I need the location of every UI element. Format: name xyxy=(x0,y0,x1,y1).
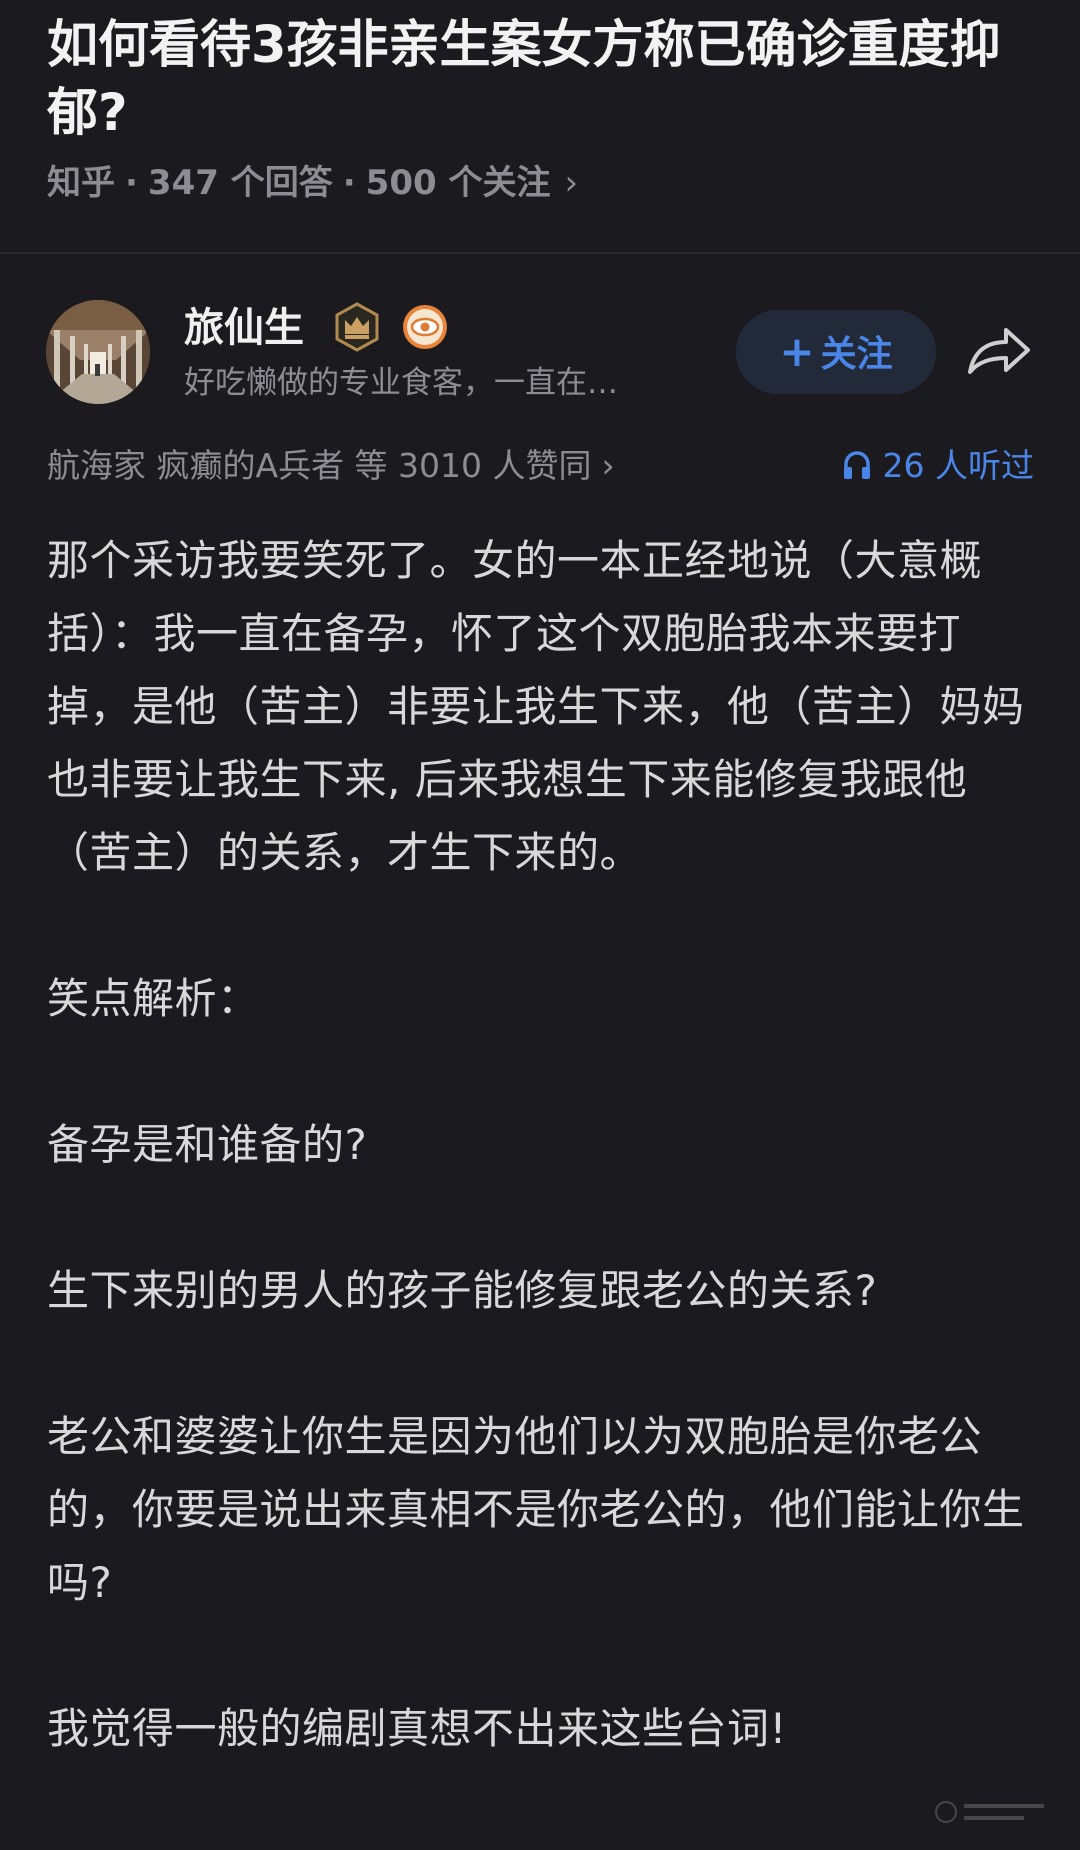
answer-paragraph: 备孕是和谁备的? xyxy=(47,1120,368,1169)
question-title[interactable]: 如何看待3孩非亲生案女方称已确诊重度抑郁? xyxy=(47,12,1037,148)
question-meta[interactable]: 知乎 · 347 个回答 · 500 个关注 › xyxy=(47,160,578,206)
voters-text: 航海家 疯癫的A兵者 等 3010 人赞同 xyxy=(47,446,592,485)
listen-text: 26 人听过 xyxy=(882,446,1034,485)
meta-separator: · xyxy=(125,163,138,203)
listen-count[interactable]: 26 人听过 xyxy=(841,440,1034,492)
answer-paragraph: 那个采访我要笑死了。女的一本正经地说（大意概括）：我一直在备孕，怀了这个双胞胎我… xyxy=(47,536,1025,877)
chevron-right-icon: › xyxy=(601,446,615,485)
answer-paragraph: 笑点解析： xyxy=(47,974,260,1023)
chevron-right-icon: › xyxy=(564,163,579,203)
answer-paragraph: 老公和婆婆让你生是因为他们以为双胞胎是你老公的，你要是说出来真相不是你老公的，他… xyxy=(47,1412,1025,1607)
voters-summary[interactable]: 航海家 疯癫的A兵者 等 3010 人赞同 › xyxy=(47,440,615,492)
avatar[interactable] xyxy=(46,300,150,404)
plus-icon: + xyxy=(779,327,815,376)
share-icon[interactable] xyxy=(964,320,1034,380)
author-bio: 好吃懒做的专业食客，一直在… xyxy=(184,365,618,401)
eye-badge-icon[interactable] xyxy=(400,302,450,352)
meta-separator: · xyxy=(342,163,356,203)
stats-row: 航海家 疯癫的A兵者 等 3010 人赞同 › 26 人听过 xyxy=(0,440,1080,492)
follow-button[interactable]: + 关注 xyxy=(736,310,936,394)
answer-paragraph: 我觉得一般的编剧真想不出来这些台词! xyxy=(47,1704,787,1753)
author-name[interactable]: 旅仙生 xyxy=(184,302,304,354)
answer-body[interactable]: 那个采访我要笑死了。女的一本正经地说（大意概括）：我一直在备孕，怀了这个双胞胎我… xyxy=(47,524,1037,1765)
answer-paragraph: 生下来别的男人的孩子能修复跟老公的关系? xyxy=(47,1266,878,1315)
avatar-image xyxy=(46,300,150,404)
watermark-icon xyxy=(935,1801,1044,1823)
follow-label: 关注 xyxy=(820,334,893,375)
crown-badge-icon[interactable] xyxy=(332,302,382,352)
follower-count: 500 个关注 xyxy=(365,163,551,203)
source-label: 知乎 xyxy=(47,163,115,203)
question-header: 如何看待3孩非亲生案女方称已确诊重度抑郁? 知乎 · 347 个回答 · 500 个关注… xyxy=(0,0,1080,254)
author-row: 旅仙生 好吃懒做的专业食客，一直在… + 关注 xyxy=(0,290,1080,420)
headphone-icon xyxy=(843,451,870,479)
answer-count: 347 个回答 xyxy=(147,163,333,203)
